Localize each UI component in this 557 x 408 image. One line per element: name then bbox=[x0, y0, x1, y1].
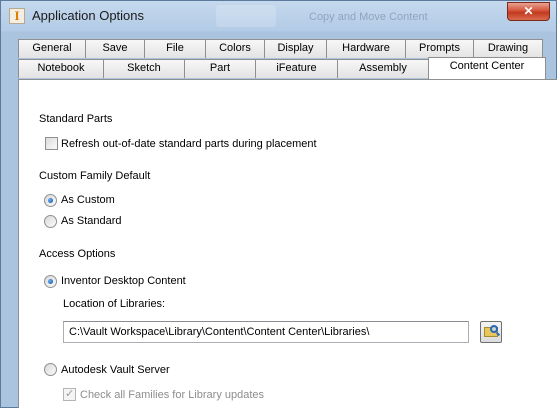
as-standard-radio[interactable] bbox=[44, 215, 57, 228]
desktop-content-label[interactable]: Inventor Desktop Content bbox=[61, 275, 186, 287]
custom-family-separator bbox=[187, 177, 512, 178]
custom-family-heading: Custom Family Default bbox=[39, 170, 151, 182]
access-options-separator bbox=[187, 254, 512, 255]
tab-content-center[interactable]: Content Center bbox=[428, 57, 546, 79]
refresh-standard-parts-checkbox[interactable] bbox=[45, 137, 58, 150]
window-title: Application Options bbox=[32, 8, 145, 23]
tab-row-1: General Save File Colors Display Hardwar… bbox=[1, 39, 557, 59]
tab-display[interactable]: Display bbox=[264, 39, 327, 58]
standard-parts-separator bbox=[187, 120, 512, 121]
standard-parts-heading: Standard Parts bbox=[39, 113, 113, 125]
vault-server-label[interactable]: Autodesk Vault Server bbox=[61, 364, 170, 376]
close-button[interactable]: ✕ bbox=[507, 2, 550, 21]
tab-notebook[interactable]: Notebook bbox=[18, 59, 104, 78]
check-families-checkbox[interactable]: ✓ bbox=[63, 388, 76, 401]
tab-file[interactable]: File bbox=[144, 39, 206, 58]
tab-colors[interactable]: Colors bbox=[205, 39, 265, 58]
as-custom-label[interactable]: As Custom bbox=[61, 194, 115, 206]
desktop-content-radio[interactable] bbox=[44, 275, 57, 288]
inventor-app-icon: I bbox=[9, 8, 25, 24]
vault-server-radio[interactable] bbox=[44, 363, 57, 376]
title-bar[interactable]: I Application Options Copy and Move Cont… bbox=[1, 1, 556, 31]
location-of-libraries-label: Location of Libraries: bbox=[63, 298, 166, 310]
tab-hardware[interactable]: Hardware bbox=[326, 39, 406, 58]
background-window-ghost bbox=[216, 5, 276, 27]
tab-drawing[interactable]: Drawing bbox=[473, 39, 543, 58]
access-options-heading: Access Options bbox=[39, 248, 116, 260]
tab-ifeature[interactable]: iFeature bbox=[255, 59, 338, 78]
tab-part[interactable]: Part bbox=[184, 59, 256, 78]
tab-sketch[interactable]: Sketch bbox=[103, 59, 185, 78]
refresh-standard-parts-label[interactable]: Refresh out-of-date standard parts durin… bbox=[61, 138, 317, 150]
as-standard-label[interactable]: As Standard bbox=[61, 215, 122, 227]
tab-save[interactable]: Save bbox=[85, 39, 145, 58]
tab-prompts[interactable]: Prompts bbox=[405, 39, 474, 58]
check-families-label[interactable]: Check all Families for Library updates bbox=[80, 389, 264, 401]
library-location-input[interactable] bbox=[63, 321, 469, 343]
application-options-window: I Application Options Copy and Move Cont… bbox=[0, 0, 557, 408]
checkmark-icon: ✓ bbox=[65, 388, 75, 400]
background-window-text: Copy and Move Content bbox=[309, 11, 428, 23]
as-custom-radio[interactable] bbox=[44, 194, 57, 207]
content-center-panel: Standard Parts Refresh out-of-date stand… bbox=[18, 79, 557, 408]
tab-general[interactable]: General bbox=[18, 39, 86, 58]
tab-row-2: Notebook Sketch Part iFeature Assembly C… bbox=[1, 57, 557, 79]
browse-libraries-button[interactable] bbox=[480, 321, 502, 343]
tab-assembly[interactable]: Assembly bbox=[337, 59, 429, 78]
